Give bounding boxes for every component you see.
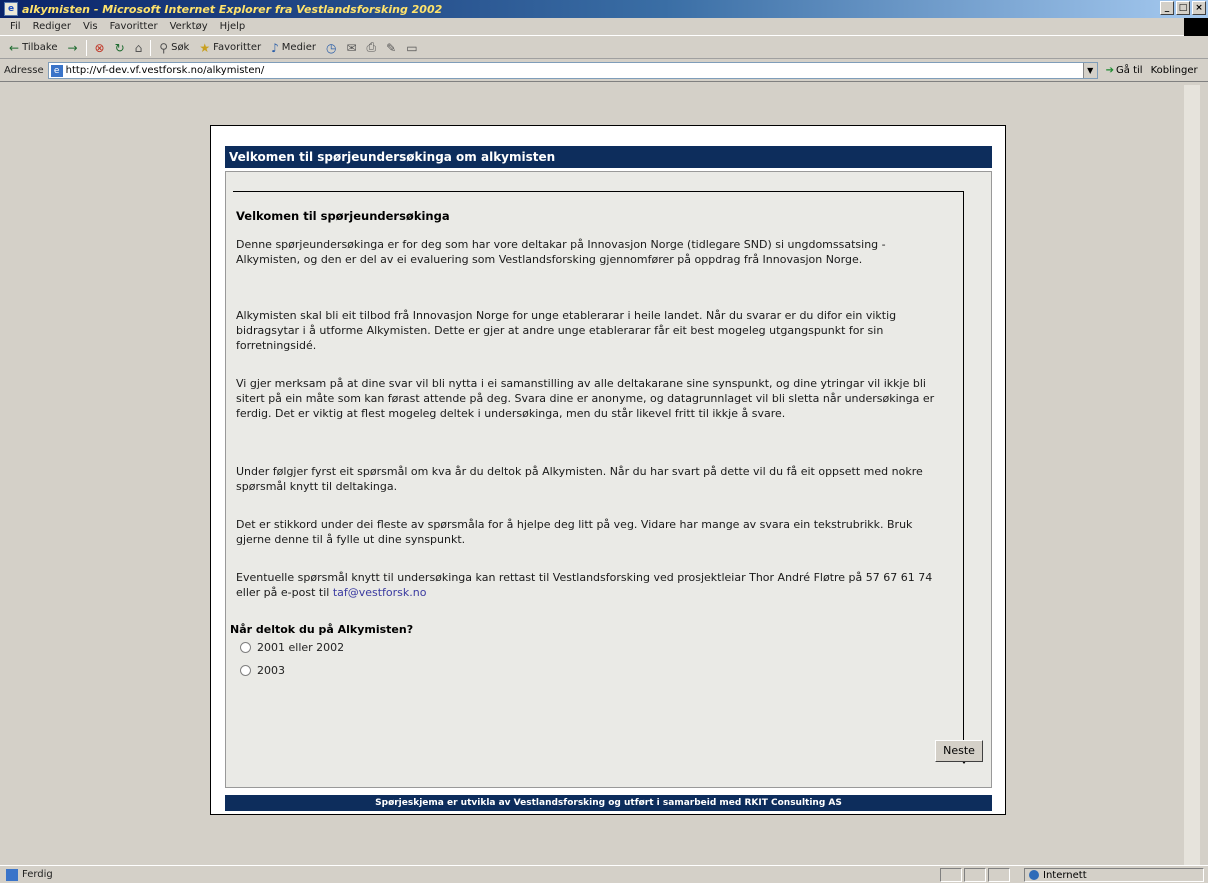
address-dropdown-icon[interactable]: ▼ [1082, 63, 1097, 78]
status-bar: Ferdig Internett [0, 865, 1208, 883]
discuss-icon: ▭ [406, 40, 418, 55]
browser-viewport: Velkomen til spørjeundersøkinga om alkym… [8, 85, 1200, 865]
minimize-button[interactable]: _ [1160, 1, 1174, 15]
address-label: Adresse [4, 65, 44, 76]
status-cell [964, 868, 986, 882]
go-arrow-icon: ➔ [1105, 65, 1115, 76]
window-controls: _ □ × [1160, 1, 1206, 15]
option-2001-2002[interactable]: 2001 eller 2002 [240, 641, 344, 654]
purpose-paragraph: Alkymisten skal bli eit tilbod frå Innov… [236, 309, 897, 352]
status-cell [988, 868, 1010, 882]
favorites-icon: ★ [199, 40, 211, 55]
refresh-button[interactable]: ↻ [110, 41, 130, 55]
security-zone: Internett [1024, 868, 1204, 882]
stop-icon: ⊗ [94, 40, 105, 55]
discuss-button[interactable]: ▭ [401, 41, 422, 55]
windows-logo [1184, 18, 1208, 36]
menu-bar: Fil Rediger Vis Favoritter Verktøy Hjelp [0, 18, 1208, 36]
links-button[interactable]: Koblinger [1151, 65, 1198, 76]
status-cell [940, 868, 962, 882]
contact-email-link[interactable]: taf@vestforsk.no [333, 586, 427, 599]
mail-icon: ✉ [346, 40, 357, 55]
zone-label: Internett [1043, 869, 1087, 881]
go-label: Gå til [1116, 65, 1143, 76]
back-button[interactable]: ← Tilbake [4, 41, 62, 55]
internet-zone-icon [1029, 870, 1039, 880]
maximize-button[interactable]: □ [1176, 1, 1190, 15]
option-2003[interactable]: 2003 [240, 664, 285, 677]
favorites-label: Favoritter [213, 42, 262, 53]
media-button[interactable]: ♪ Medier [266, 41, 321, 55]
address-bar: Adresse e http://vf-dev.vf.vestforsk.no/… [0, 60, 1208, 82]
print-icon: ⎙ [366, 40, 377, 54]
flow-line [963, 191, 964, 759]
vertical-scrollbar[interactable] [1184, 85, 1200, 865]
address-url: http://vf-dev.vf.vestforsk.no/alkymisten… [65, 65, 265, 76]
stop-button[interactable]: ⊗ [90, 41, 110, 55]
status-text: Ferdig [22, 869, 53, 880]
ie-icon: e [4, 2, 18, 16]
survey-footer: Spørjeskjema er utvikla av Vestlandsfors… [225, 795, 992, 811]
toolbar-separator [150, 39, 152, 56]
survey-header: Velkomen til spørjeundersøkinga om alkym… [225, 146, 992, 168]
edit-button[interactable]: ✎ [381, 41, 401, 55]
edit-icon: ✎ [386, 40, 397, 55]
status-page-icon [6, 868, 18, 881]
search-button[interactable]: ⚲ Søk [154, 41, 194, 55]
flow-line-top [233, 191, 964, 192]
media-icon: ♪ [271, 40, 279, 55]
content-heading: Velkomen til spørjeundersøkinga [236, 209, 450, 223]
history-icon: ◷ [325, 40, 337, 55]
refresh-icon: ↻ [114, 40, 125, 55]
toolbar: ← Tilbake → ⊗ ↻ ⌂ ⚲ Søk ★ Favoritter ♪ M… [0, 37, 1208, 59]
go-button[interactable]: ➔ Gå til [1106, 65, 1143, 76]
history-button[interactable]: ◷ [321, 41, 341, 55]
menu-view[interactable]: Vis [77, 21, 104, 32]
hints-paragraph: Det er stikkord under dei fleste av spør… [236, 518, 913, 546]
search-icon: ⚲ [159, 40, 169, 55]
year-question: Når deltok du på Alkymisten? [230, 623, 414, 636]
contact-paragraph: Eventuelle spørsmål knytt til undersøkin… [236, 570, 936, 600]
survey-content: Velkomen til spørjeundersøkinga Denne sp… [225, 171, 992, 788]
close-button[interactable]: × [1192, 1, 1206, 15]
privacy-paragraph: Vi gjer merksam på at dine svar vil bli … [236, 377, 935, 420]
page-icon: e [50, 64, 63, 77]
option-label: 2003 [257, 664, 285, 677]
mail-button[interactable]: ✉ [341, 41, 361, 55]
favorites-button[interactable]: ★ Favoritter [194, 41, 266, 55]
toolbar-separator [85, 39, 87, 56]
back-label: Tilbake [22, 42, 58, 53]
menu-favorites[interactable]: Favoritter [104, 21, 164, 32]
home-button[interactable]: ⌂ [130, 41, 148, 55]
instruction-paragraph: Under følgjer fyrst eit spørsmål om kva … [236, 465, 923, 493]
menu-file[interactable]: Fil [4, 21, 27, 32]
forward-arrow-icon: → [67, 40, 78, 55]
home-icon: ⌂ [134, 40, 143, 55]
radio-2001-2002[interactable] [240, 642, 251, 653]
search-label: Søk [171, 42, 190, 53]
next-button[interactable]: Neste [935, 740, 983, 762]
menu-help[interactable]: Hjelp [214, 21, 252, 32]
back-arrow-icon: ← [9, 40, 20, 55]
radio-2003[interactable] [240, 665, 251, 676]
menu-tools[interactable]: Verktøy [164, 21, 214, 32]
status-cells [940, 868, 1010, 882]
print-button[interactable]: ⎙ [362, 40, 382, 55]
option-label: 2001 eller 2002 [257, 641, 345, 654]
intro-paragraph: Denne spørjeundersøkinga er for deg som … [236, 238, 886, 266]
survey-panel: Velkomen til spørjeundersøkinga om alkym… [210, 125, 1006, 815]
address-input[interactable]: e http://vf-dev.vf.vestforsk.no/alkymist… [47, 62, 1098, 79]
window-title: alkymisten - Microsoft Internet Explorer… [22, 2, 443, 16]
forward-button[interactable]: → [62, 41, 82, 55]
media-label: Medier [281, 42, 316, 53]
menu-edit[interactable]: Rediger [27, 21, 77, 32]
title-bar: e alkymisten - Microsoft Internet Explor… [0, 0, 1208, 18]
